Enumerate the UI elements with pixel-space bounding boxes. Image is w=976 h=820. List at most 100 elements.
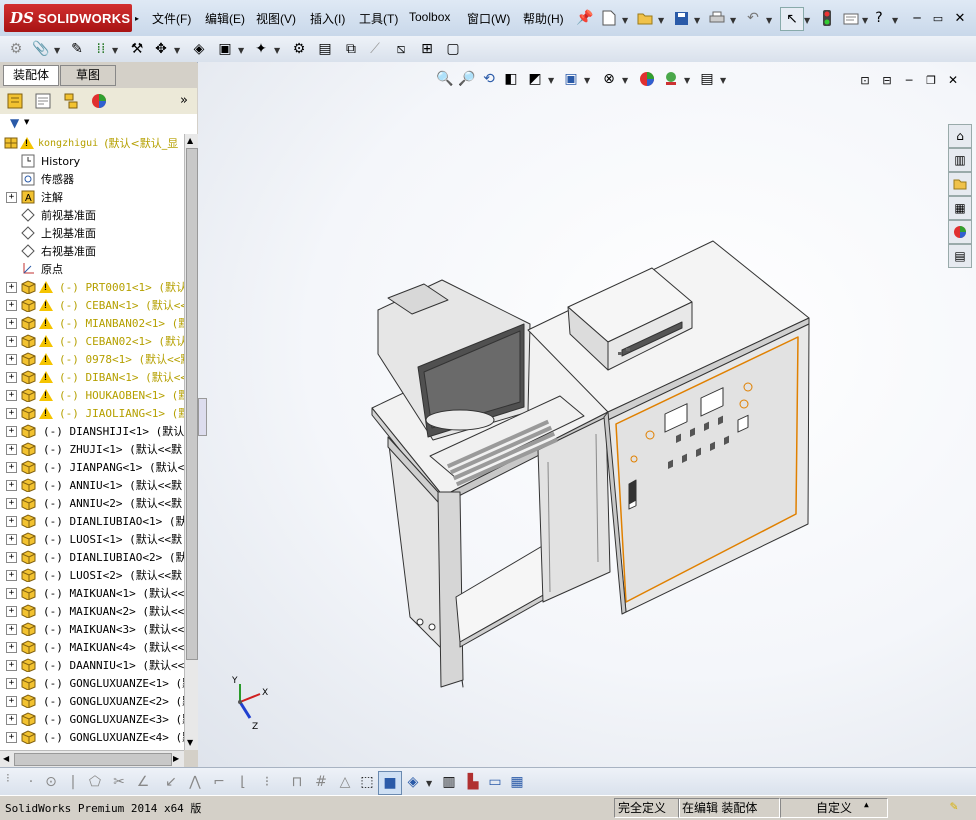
tree-item-plane[interactable]: 上视基准面 <box>0 224 184 242</box>
show-hidden-components-icon[interactable]: ◈ <box>188 38 210 60</box>
expand-toggle-icon[interactable]: + <box>6 695 17 707</box>
tree-component-row[interactable]: + (-) MAIKUAN<3> (默认<<默 <box>0 620 184 638</box>
tree-item-plane[interactable]: 右视基准面 <box>0 242 184 260</box>
trim-icon[interactable]: ✂ <box>108 771 130 793</box>
tree-vertical-scrollbar[interactable]: ▲ ▼ <box>184 134 198 750</box>
expand-toggle-icon[interactable]: + <box>6 623 17 635</box>
tree-component-row[interactable]: + (-) DIBAN<1> (默认<<默 <box>0 368 184 386</box>
expand-toggle-icon[interactable]: + <box>6 353 17 365</box>
pushpin-icon[interactable]: 📌 <box>574 7 596 29</box>
expand-toggle-icon[interactable]: + <box>6 677 17 689</box>
expand-toggle-icon[interactable]: + <box>6 299 17 311</box>
propertymanager-icon[interactable] <box>32 90 54 112</box>
restore-icon[interactable]: ▭ <box>927 7 949 29</box>
scroll-down-arrow-icon[interactable]: ▼ <box>187 738 193 747</box>
menu-toolbox[interactable]: Toolbox <box>409 10 450 24</box>
tree-component-row[interactable]: + (-) DIANSHIJI<1> (默认< <box>0 422 184 440</box>
file-explorer-icon[interactable] <box>948 172 972 196</box>
paperclip-icon[interactable]: ✎ <box>66 38 88 60</box>
expand-toggle-icon[interactable]: + <box>6 281 17 293</box>
display-manager-icon[interactable] <box>88 90 110 112</box>
shaded-box-icon[interactable]: ■ <box>378 771 402 795</box>
angle-icon[interactable]: △ <box>334 771 356 793</box>
minimize-icon[interactable]: ─ <box>906 7 928 29</box>
tree-component-row[interactable]: + (-) MIANBAN02<1> (默 <box>0 314 184 332</box>
tree-item-sensor[interactable]: 传感器 <box>0 170 184 188</box>
flag-icon[interactable]: ▙ <box>462 771 484 793</box>
expand-toggle-icon[interactable]: + <box>6 515 17 527</box>
unit-system-caret-icon[interactable]: ▲ <box>864 800 869 809</box>
polygon-icon[interactable]: ⬠ <box>84 771 106 793</box>
mirror-icon[interactable]: ⋀ <box>184 771 206 793</box>
tree-component-row[interactable]: + (-) GONGLUXUANZE<4> (默 <box>0 728 184 746</box>
expand-toggle-icon[interactable]: + <box>6 659 17 671</box>
tree-component-row[interactable]: + (-) ANNIU<2> (默认<<默 <box>0 494 184 512</box>
close-icon[interactable]: ✕ <box>949 7 971 29</box>
expand-toggle-icon[interactable]: + <box>6 461 17 473</box>
mate-icon[interactable]: 📎 <box>30 38 52 60</box>
explode-line-sketch-icon[interactable]: ⟋ <box>364 38 386 60</box>
expand-toggle-icon[interactable]: + <box>6 731 17 743</box>
expand-toggle-icon[interactable]: + <box>6 317 17 329</box>
tree-component-row[interactable]: + (-) PRT0001<1> (默认 <box>0 278 184 296</box>
circle-icon[interactable]: ⊙ <box>40 771 62 793</box>
grid-icon[interactable]: # <box>310 771 332 793</box>
panel-expand-arrow[interactable]: » <box>180 93 188 108</box>
scroll-left-arrow-icon[interactable]: ◀ <box>3 754 9 763</box>
tree-component-row[interactable]: + (-) JIAOLIANG<1> (默 <box>0 404 184 422</box>
library-icon[interactable]: ▥ <box>438 771 460 793</box>
solidworks-logo[interactable]: DS SOLIDWORKS <box>4 4 132 32</box>
extend-icon[interactable]: ∠ <box>132 771 154 793</box>
graphics-area[interactable]: 🔍 🔎 ⟲ ◧ ◩ ▼ ▣ ▼ ⊗ ▼ ▼ ▤ ▼ ⊡ ⊟ ─ ❐ ✕ Y X … <box>198 62 976 767</box>
assembly-model[interactable] <box>198 62 976 767</box>
rebuild-traffic-light-icon[interactable] <box>816 7 838 29</box>
tree-item-origin[interactable]: 原点 <box>0 260 184 278</box>
menu-file[interactable]: 文件(F) <box>152 10 191 27</box>
tree-component-row[interactable]: + (-) ANNIU<1> (默认<<默 <box>0 476 184 494</box>
appearances-scenes-icon[interactable] <box>948 220 972 244</box>
tree-component-row[interactable]: + (-) GONGLUXUANZE<1> (默 <box>0 674 184 692</box>
custom-properties-icon[interactable]: ▤ <box>948 244 972 268</box>
tree-component-row[interactable]: + (-) 0978<1> (默认<<默 <box>0 350 184 368</box>
expand-toggle-icon[interactable]: + <box>6 371 17 383</box>
tree-component-row[interactable]: + (-) DIANLIUBIAO<2> (默认 <box>0 548 184 566</box>
bill-of-materials-icon[interactable]: ▤ <box>314 38 336 60</box>
menu-view[interactable]: 视图(V) <box>256 10 296 27</box>
expand-toggle-icon[interactable]: + <box>6 443 17 455</box>
expand-toggle-icon[interactable]: + <box>6 479 17 491</box>
tree-horizontal-scrollbar[interactable]: ◀ ▶ <box>0 750 184 768</box>
print-icon[interactable] <box>706 7 728 29</box>
file-properties-icon[interactable] <box>840 7 862 29</box>
unit-system[interactable]: 自定义 <box>780 798 888 818</box>
expand-toggle-icon[interactable]: + <box>6 407 17 419</box>
insert-component-icon[interactable]: ⚙ <box>5 38 27 60</box>
save-icon[interactable] <box>670 7 692 29</box>
tree-component-row[interactable]: + (-) ZHUJI<1> (默认<<默 <box>0 440 184 458</box>
tree-component-row[interactable]: + (-) MAIKUAN<1> (默认<<默 <box>0 584 184 602</box>
tree-component-row[interactable]: + (-) DIANLIUBIAO<1> (默认 <box>0 512 184 530</box>
help-question-icon[interactable]: ? <box>868 7 890 29</box>
reference-geometry-icon[interactable]: ✦ <box>250 38 272 60</box>
select-cursor-icon[interactable]: ↖ <box>780 7 804 31</box>
expand-toggle-icon[interactable]: + <box>6 425 17 437</box>
line-icon[interactable]: | <box>62 771 84 793</box>
new-document-icon[interactable] <box>598 7 620 29</box>
tree-component-row[interactable]: + (-) HOUKAOBEN<1> (默 <box>0 386 184 404</box>
tree-component-row[interactable]: + (-) DAANNIU<1> (默认<<默 <box>0 656 184 674</box>
scroll-up-arrow-icon[interactable]: ▲ <box>187 136 193 145</box>
filter-dropdown-arrow-icon[interactable]: ▼ <box>24 118 29 126</box>
tree-component-row[interactable]: + (-) LUOSI<2> (默认<<默 <box>0 566 184 584</box>
exploded-view-icon[interactable]: ⧉ <box>340 38 362 60</box>
expand-toggle-icon[interactable]: + <box>6 713 17 725</box>
expand-toggle-icon[interactable]: + <box>6 587 17 599</box>
undo-icon[interactable]: ↶ <box>742 7 764 29</box>
table-icon[interactable]: ▦ <box>506 771 528 793</box>
assembly-features-icon[interactable]: ▣ <box>214 38 236 60</box>
tab-sketch[interactable]: 草图 <box>60 65 116 86</box>
solidworks-resources-home-icon[interactable]: ⌂ <box>948 124 972 148</box>
tree-root[interactable]: kongzhigui (默认<默认_显 <box>0 134 184 152</box>
menu-edit[interactable]: 编辑(E) <box>205 10 245 27</box>
scroll-thumb[interactable] <box>186 148 198 660</box>
tree-component-row[interactable]: + (-) GONGLUXUANZE<2> (默 <box>0 692 184 710</box>
expand-toggle-icon[interactable]: + <box>6 551 17 563</box>
